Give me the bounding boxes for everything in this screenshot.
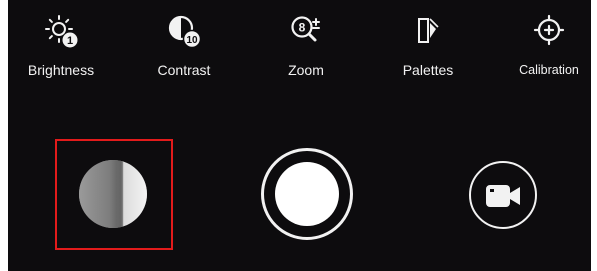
toolbar: 1 Brightness 10 Contrast 8 Zoom Palettes…	[8, 0, 591, 90]
brightness-icon: 1	[45, 15, 78, 48]
zoom-label: Zoom	[288, 62, 324, 78]
zoom-button[interactable]: 8 Zoom	[251, 14, 361, 84]
zoom-badge: 8	[299, 21, 306, 35]
gallery-thumbnail-button[interactable]	[79, 160, 147, 228]
zoom-icon: 8	[291, 16, 320, 42]
video-record-button[interactable]	[469, 161, 537, 229]
gallery-thumbnail	[79, 160, 147, 228]
calibration-label: Calibration	[519, 63, 579, 77]
contrast-button[interactable]: 10 Contrast	[129, 14, 239, 84]
calibration-button[interactable]: Calibration	[494, 14, 591, 84]
calibration-icon	[533, 14, 565, 46]
contrast-badge: 10	[186, 35, 198, 46]
contrast-label: Contrast	[157, 62, 211, 78]
shutter-core	[275, 162, 339, 226]
brightness-badge: 1	[67, 35, 73, 47]
shutter-button[interactable]	[261, 148, 353, 240]
palettes-icon	[418, 18, 439, 43]
camera-screen: 1 Brightness 10 Contrast 8 Zoom Palettes…	[8, 0, 591, 271]
contrast-icon: 10	[168, 15, 201, 48]
palettes-button[interactable]: Palettes	[373, 14, 483, 84]
brightness-button[interactable]: 1 Brightness	[8, 14, 116, 84]
brightness-label: Brightness	[27, 62, 95, 78]
video-camera-icon	[486, 185, 520, 207]
palettes-label: Palettes	[402, 62, 454, 78]
